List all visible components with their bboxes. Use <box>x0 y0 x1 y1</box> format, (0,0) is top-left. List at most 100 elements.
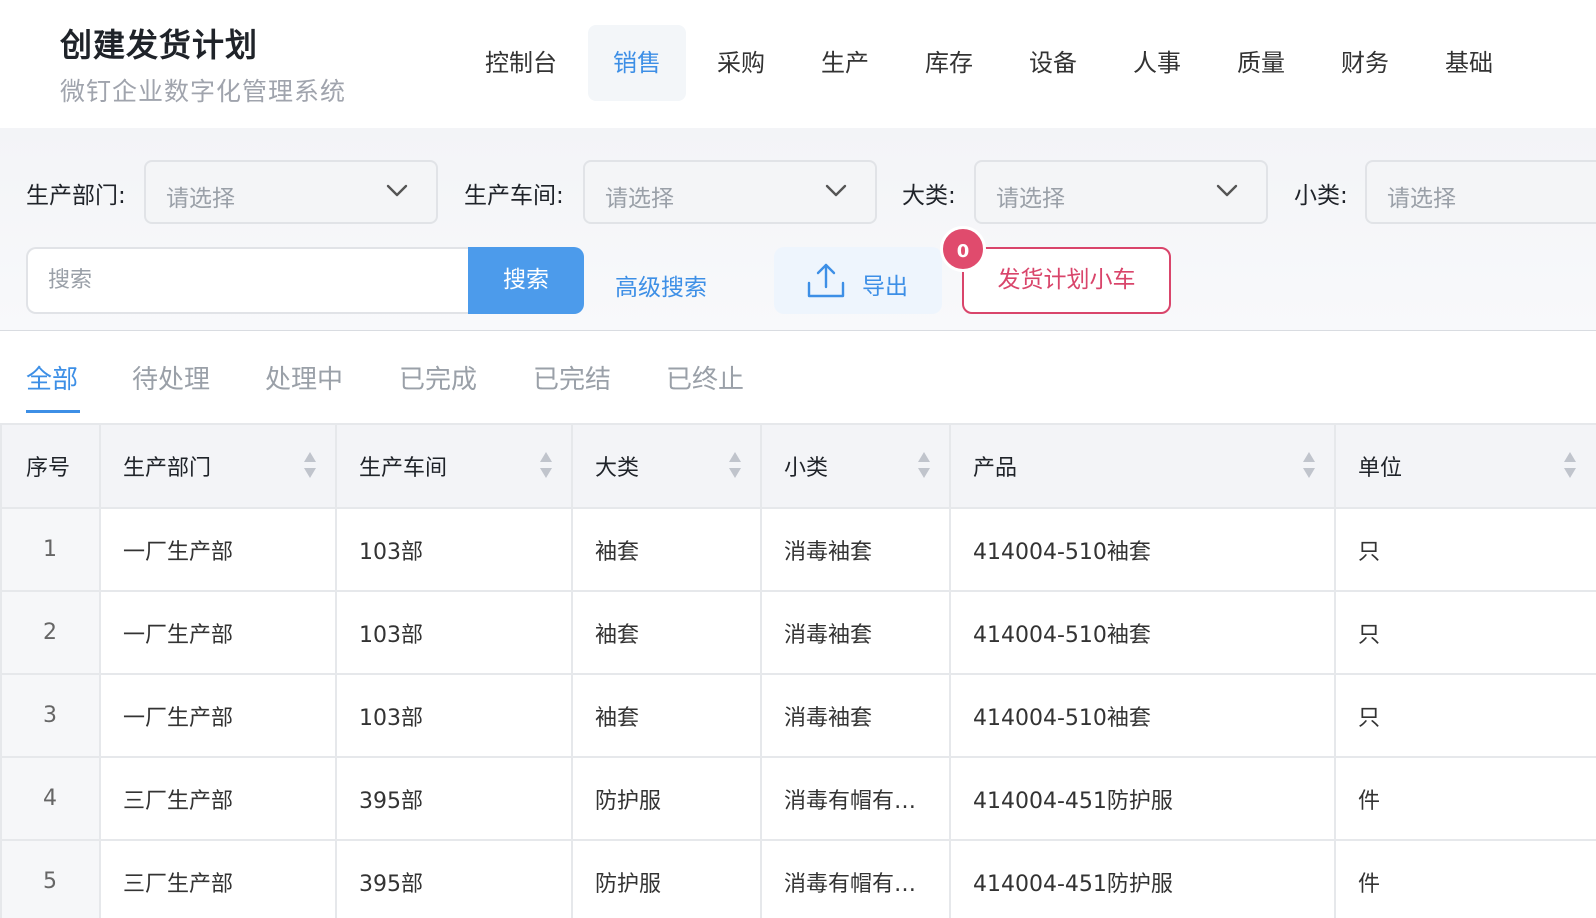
cell-product: 414004-510袖套 <box>949 673 1336 758</box>
cell-subcategory: 消毒有帽有… <box>760 756 951 841</box>
filter-panel: 生产部门: 请选择 生产车间: 请选择 大类: 请选择 小类: 请选择 搜索 高… <box>0 128 1596 331</box>
table-row[interactable]: 3 一厂生产部 103部 袖套 消毒袖套 414004-510袖套 只 <box>0 673 1596 758</box>
column-header-subcategory[interactable]: 小类 <box>760 423 951 509</box>
cell-unit: 件 <box>1334 756 1596 841</box>
cell-subcategory: 消毒袖套 <box>760 507 951 592</box>
workshop-select-placeholder: 请选择 <box>605 186 674 212</box>
nav-item-quality[interactable]: 质量 <box>1212 25 1310 101</box>
category-select[interactable]: 请选择 <box>974 160 1268 224</box>
cell-subcategory: 消毒袖套 <box>760 673 951 758</box>
cell-product: 414004-451防护服 <box>949 756 1336 841</box>
page-title: 创建发货计划 <box>60 26 259 64</box>
nav-item-equipment[interactable]: 设备 <box>1004 25 1102 101</box>
column-header-label: 生产部门 <box>123 456 212 481</box>
cart-count-badge: 0 <box>940 226 986 272</box>
nav-item-finance[interactable]: 财务 <box>1316 25 1414 101</box>
chevron-down-icon <box>386 184 408 197</box>
tab-finished[interactable]: 已完结 <box>533 359 611 396</box>
cell-index: 1 <box>0 507 101 592</box>
sort-icon[interactable] <box>539 449 553 481</box>
tab-all[interactable]: 全部 <box>26 359 78 396</box>
chevron-down-icon <box>825 184 847 197</box>
nav-item-hr[interactable]: 人事 <box>1108 25 1206 101</box>
tab-processing[interactable]: 处理中 <box>265 359 343 396</box>
cell-workshop: 103部 <box>335 590 573 675</box>
cell-index: 2 <box>0 590 101 675</box>
sort-icon[interactable] <box>1302 449 1316 481</box>
column-header-label: 序号 <box>26 456 71 481</box>
column-header-index: 序号 <box>0 423 101 509</box>
cell-index: 3 <box>0 673 101 758</box>
cell-product: 414004-510袖套 <box>949 507 1336 592</box>
column-header-product[interactable]: 产品 <box>949 423 1336 509</box>
active-tab-indicator <box>26 410 80 413</box>
dept-select[interactable]: 请选择 <box>144 160 438 224</box>
app-header: 创建发货计划 微钉企业数字化管理系统 控制台 销售 采购 生产 库存 设备 人事… <box>0 0 1596 128</box>
cell-category: 袖套 <box>571 590 762 675</box>
export-label: 导出 <box>862 274 908 300</box>
cell-subcategory: 消毒袖套 <box>760 590 951 675</box>
nav-item-basic[interactable]: 基础 <box>1420 25 1518 101</box>
sort-icon[interactable] <box>1563 449 1577 481</box>
column-header-unit[interactable]: 单位 <box>1334 423 1596 509</box>
cell-workshop: 103部 <box>335 673 573 758</box>
sort-icon[interactable] <box>917 449 931 481</box>
table-row[interactable]: 5 三厂生产部 395部 防护服 消毒有帽有… 414004-451防护服 件 <box>0 839 1596 918</box>
table-header-row: 序号 生产部门 生产车间 大类 小类 产品 单位 <box>0 423 1596 509</box>
cell-unit: 件 <box>1334 839 1596 918</box>
subcategory-filter-label: 小类: <box>1294 183 1348 209</box>
tab-terminated[interactable]: 已终止 <box>666 359 744 396</box>
sort-icon[interactable] <box>728 449 742 481</box>
workshop-select[interactable]: 请选择 <box>583 160 877 224</box>
nav-item-inventory[interactable]: 库存 <box>900 25 998 101</box>
cell-subcategory: 消毒有帽有… <box>760 839 951 918</box>
tab-pending[interactable]: 待处理 <box>132 359 210 396</box>
system-name: 微钉企业数字化管理系统 <box>60 77 347 106</box>
tab-completed[interactable]: 已完成 <box>399 359 477 396</box>
cell-dept: 一厂生产部 <box>99 507 337 592</box>
cell-index: 5 <box>0 839 101 918</box>
upload-icon <box>807 263 845 298</box>
cell-unit: 只 <box>1334 590 1596 675</box>
status-tabs: 全部 待处理 处理中 已完成 已完结 已终止 <box>0 331 1596 423</box>
search-input[interactable] <box>26 247 468 314</box>
top-nav: 控制台 销售 采购 生产 库存 设备 人事 质量 财务 基础 <box>460 25 1524 103</box>
cell-unit: 只 <box>1334 507 1596 592</box>
advanced-search-link[interactable]: 高级搜索 <box>615 268 707 302</box>
table-row[interactable]: 2 一厂生产部 103部 袖套 消毒袖套 414004-510袖套 只 <box>0 590 1596 675</box>
subcategory-select[interactable]: 请选择 <box>1365 160 1596 224</box>
column-header-label: 大类 <box>595 456 640 481</box>
search-button[interactable]: 搜索 <box>468 247 584 314</box>
nav-item-production[interactable]: 生产 <box>796 25 894 101</box>
column-header-category[interactable]: 大类 <box>571 423 762 509</box>
column-header-label: 单位 <box>1358 456 1403 481</box>
nav-item-sales[interactable]: 销售 <box>588 25 686 101</box>
cell-index: 4 <box>0 756 101 841</box>
column-header-dept[interactable]: 生产部门 <box>99 423 337 509</box>
cell-dept: 一厂生产部 <box>99 590 337 675</box>
nav-item-dashboard[interactable]: 控制台 <box>460 25 582 101</box>
category-filter-label: 大类: <box>902 183 956 209</box>
cell-unit: 只 <box>1334 673 1596 758</box>
chevron-down-icon <box>1216 184 1238 197</box>
column-header-label: 小类 <box>784 456 829 481</box>
dept-select-placeholder: 请选择 <box>166 186 235 212</box>
column-header-label: 生产车间 <box>359 456 448 481</box>
cell-category: 袖套 <box>571 673 762 758</box>
cell-workshop: 103部 <box>335 507 573 592</box>
cell-workshop: 395部 <box>335 839 573 918</box>
subcategory-select-placeholder: 请选择 <box>1387 186 1456 212</box>
cell-product: 414004-510袖套 <box>949 590 1336 675</box>
table-row[interactable]: 1 一厂生产部 103部 袖套 消毒袖套 414004-510袖套 只 <box>0 507 1596 592</box>
shipment-cart-button[interactable]: 发货计划小车 <box>962 247 1171 314</box>
cell-category: 防护服 <box>571 756 762 841</box>
workshop-filter-label: 生产车间: <box>464 183 564 209</box>
sort-icon[interactable] <box>303 449 317 481</box>
table-row[interactable]: 4 三厂生产部 395部 防护服 消毒有帽有… 414004-451防护服 件 <box>0 756 1596 841</box>
cell-category: 袖套 <box>571 507 762 592</box>
export-button[interactable]: 导出 <box>774 247 942 314</box>
cell-dept: 一厂生产部 <box>99 673 337 758</box>
column-header-workshop[interactable]: 生产车间 <box>335 423 573 509</box>
nav-item-purchase[interactable]: 采购 <box>692 25 790 101</box>
shipment-table: 序号 生产部门 生产车间 大类 小类 产品 单位 1 一厂生产部 103部 袖套… <box>0 423 1596 918</box>
